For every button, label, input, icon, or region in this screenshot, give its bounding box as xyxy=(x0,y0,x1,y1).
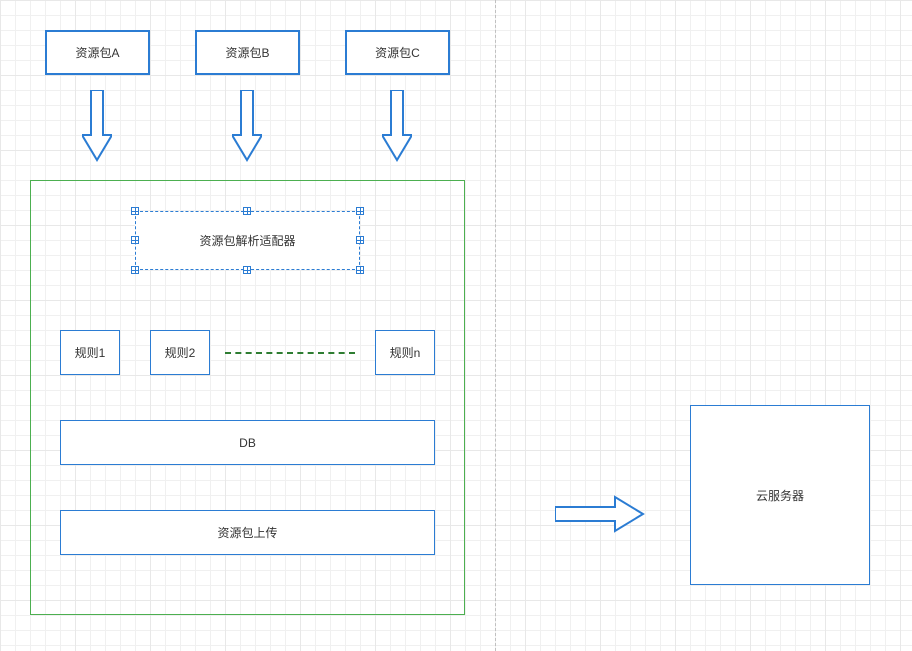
package-b-label: 资源包B xyxy=(225,44,269,61)
rule-1-box[interactable]: 规则1 xyxy=(60,330,120,375)
rule-2-label: 规则2 xyxy=(165,344,196,361)
adapter-box[interactable]: 资源包解析适配器 xyxy=(135,211,360,270)
rule-n-label: 规则n xyxy=(390,344,421,361)
package-b-box[interactable]: 资源包B xyxy=(195,30,300,75)
page-divider xyxy=(495,0,496,651)
handle-w[interactable] xyxy=(131,236,139,244)
handle-se[interactable] xyxy=(356,266,364,274)
handle-s[interactable] xyxy=(243,266,251,274)
arrow-right-cloud xyxy=(555,495,645,533)
rule-1-label: 规则1 xyxy=(75,344,106,361)
package-a-label: 资源包A xyxy=(75,44,119,61)
cloud-server-label: 云服务器 xyxy=(756,487,804,504)
db-box[interactable]: DB xyxy=(60,420,435,465)
handle-e[interactable] xyxy=(356,236,364,244)
rule-2-box[interactable]: 规则2 xyxy=(150,330,210,375)
handle-n[interactable] xyxy=(243,207,251,215)
arrow-down-a xyxy=(82,90,112,165)
cloud-server-box[interactable]: 云服务器 xyxy=(690,405,870,585)
upload-label: 资源包上传 xyxy=(217,524,277,541)
arrow-down-b xyxy=(232,90,262,165)
rules-ellipsis-line xyxy=(225,352,355,354)
package-c-box[interactable]: 资源包C xyxy=(345,30,450,75)
arrow-down-c xyxy=(382,90,412,165)
adapter-label: 资源包解析适配器 xyxy=(199,232,295,249)
rule-n-box[interactable]: 规则n xyxy=(375,330,435,375)
handle-sw[interactable] xyxy=(131,266,139,274)
handle-nw[interactable] xyxy=(131,207,139,215)
upload-box[interactable]: 资源包上传 xyxy=(60,510,435,555)
db-label: DB xyxy=(239,436,256,450)
package-c-label: 资源包C xyxy=(375,44,420,61)
package-a-box[interactable]: 资源包A xyxy=(45,30,150,75)
handle-ne[interactable] xyxy=(356,207,364,215)
